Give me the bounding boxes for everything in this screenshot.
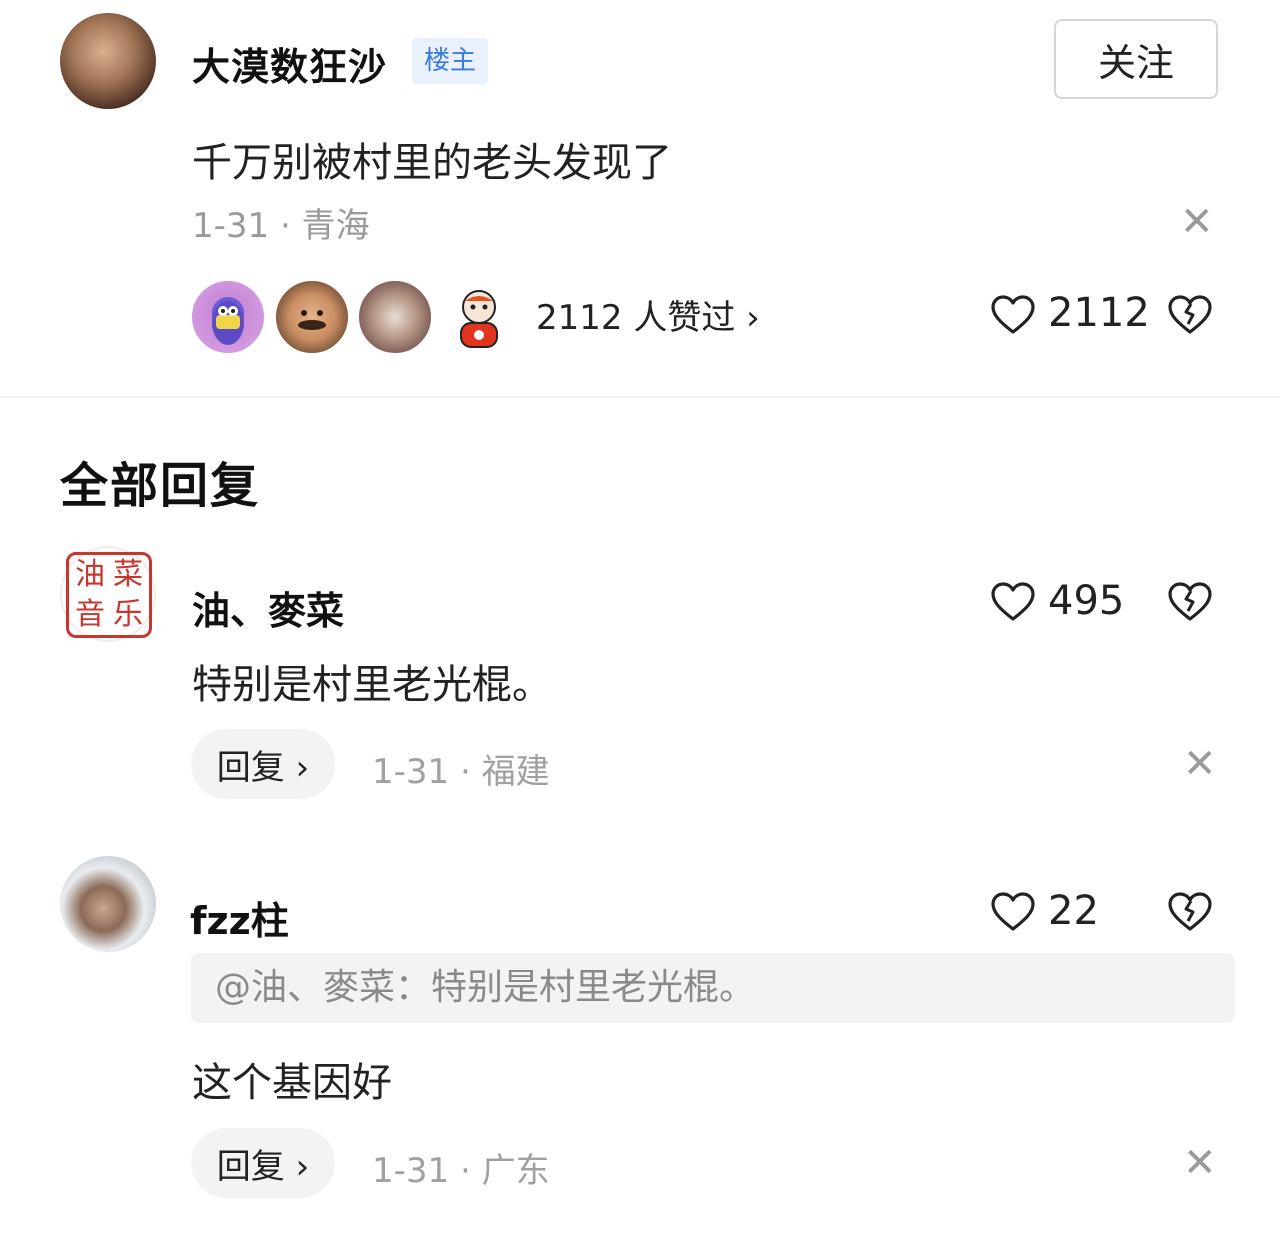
section-divider [0,396,1280,398]
likers-summary-link[interactable]: 2112 人赞过 › [536,290,760,339]
close-icon[interactable]: ✕ [1180,202,1214,242]
comment-avatar[interactable] [60,856,156,952]
comment-text: 特别是村里老光棍。 [192,662,552,708]
comment-username[interactable]: 油、麥菜 [192,580,344,635]
op-meta: 1-31 · 青海 [192,206,370,246]
follow-button[interactable]: 关注 [1054,19,1218,99]
close-icon[interactable]: ✕ [1183,744,1217,784]
stamp-char: 音 [75,597,105,632]
liker-avatar[interactable] [190,279,266,355]
quoted-reply[interactable]: @油、麥菜：特别是村里老光棍。 [191,953,1235,1023]
comment-text: 这个基因好 [192,1060,392,1106]
broken-heart-icon[interactable] [1167,581,1213,627]
op-avatar[interactable] [60,13,156,109]
op-badge: 楼主 [412,38,489,84]
heart-icon[interactable] [990,294,1036,340]
broken-heart-icon[interactable] [1167,891,1213,937]
broken-heart-icon[interactable] [1167,294,1213,340]
comment-like-count: 22 [1048,888,1099,934]
reply-button[interactable]: 回复 › [191,1128,335,1198]
comment-avatar[interactable]: 油菜音乐 [60,546,156,642]
comment-meta: 1-31 · 福建 [372,752,550,792]
comment-like-count: 495 [1048,578,1125,624]
reply-button[interactable]: 回复 › [191,729,335,799]
heart-icon[interactable] [990,891,1036,937]
liker-avatar-image [298,310,326,330]
liker-avatar[interactable] [274,279,350,355]
liker-avatar[interactable] [357,279,433,355]
comment-username[interactable]: fzz柱 [190,890,289,945]
avatar-stamp: 油菜音乐 [66,552,152,638]
heart-icon[interactable] [990,581,1036,627]
liker-avatar[interactable] [441,279,517,355]
op-text: 千万别被村里的老头发现了 [192,140,672,186]
op-like-count: 2112 [1048,290,1150,336]
comment-meta: 1-31 · 广东 [372,1151,550,1191]
section-title: 全部回复 [60,458,261,514]
op-username[interactable]: 大漠数狂沙 [192,36,387,91]
stamp-char: 乐 [113,597,143,632]
stamp-char: 菜 [113,557,143,592]
stamp-char: 油 [75,557,105,592]
liker-avatar-image [460,290,498,348]
liker-avatar-image [212,301,244,345]
close-icon[interactable]: ✕ [1183,1143,1217,1183]
